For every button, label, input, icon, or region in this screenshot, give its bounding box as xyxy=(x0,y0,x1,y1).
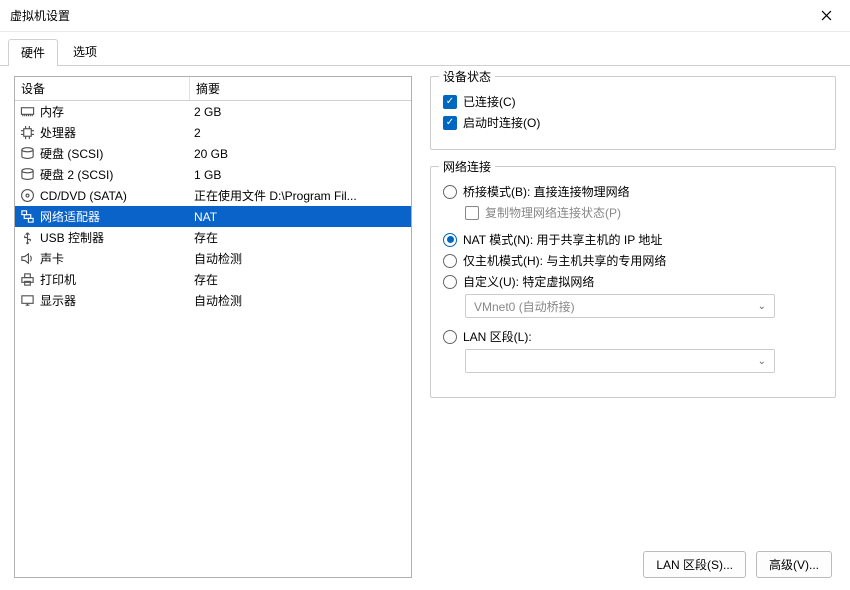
device-name: 显示器 xyxy=(40,292,76,309)
table-header: 设备 摘要 xyxy=(15,77,411,101)
custom-select-value: VMnet0 (自动桥接) xyxy=(474,298,575,315)
window-title: 虚拟机设置 xyxy=(10,7,70,24)
device-summary: NAT xyxy=(190,210,411,224)
device-name: USB 控制器 xyxy=(40,229,104,246)
sound-icon xyxy=(19,251,35,267)
usb-icon xyxy=(19,230,35,246)
group-title: 网络连接 xyxy=(439,158,495,175)
device-summary: 2 GB xyxy=(190,105,411,119)
replicate-label: 复制物理网络连接状态(P) xyxy=(485,204,621,221)
device-summary: 正在使用文件 D:\Program Fil... xyxy=(190,187,411,204)
titlebar: 虚拟机设置 xyxy=(0,0,850,32)
connect-poweron-label: 启动时连接(O) xyxy=(463,114,540,131)
network-icon xyxy=(19,209,35,225)
radio-icon xyxy=(443,330,457,344)
cd-icon xyxy=(19,188,35,204)
custom-label: 自定义(U): 特定虚拟网络 xyxy=(463,273,594,290)
nat-radio-row[interactable]: NAT 模式(N): 用于共享主机的 IP 地址 xyxy=(443,231,823,248)
chevron-down-icon: ⌄ xyxy=(758,301,766,312)
device-row[interactable]: USB 控制器 存在 xyxy=(15,227,411,248)
device-row[interactable]: 硬盘 2 (SCSI) 1 GB xyxy=(15,164,411,185)
device-row[interactable]: CD/DVD (SATA) 正在使用文件 D:\Program Fil... xyxy=(15,185,411,206)
lan-segment-select: ⌄ xyxy=(465,349,775,373)
network-connection-group: 网络连接 桥接模式(B): 直接连接物理网络 复制物理网络连接状态(P) NAT… xyxy=(430,166,836,398)
lan-segment-radio-row[interactable]: LAN 区段(L): xyxy=(443,328,823,345)
radio-checked-icon xyxy=(443,233,457,247)
device-row[interactable]: 打印机 存在 xyxy=(15,269,411,290)
connected-checkbox-row[interactable]: ✓ 已连接(C) xyxy=(443,93,823,110)
connect-poweron-checkbox-row[interactable]: ✓ 启动时连接(O) xyxy=(443,114,823,131)
device-row[interactable]: 显示器 自动检测 xyxy=(15,290,411,311)
connected-label: 已连接(C) xyxy=(463,93,516,110)
lan-segment-label: LAN 区段(L): xyxy=(463,328,532,345)
device-name: 声卡 xyxy=(40,250,64,267)
hostonly-label: 仅主机模式(H): 与主机共享的专用网络 xyxy=(463,252,666,269)
device-summary: 自动检测 xyxy=(190,250,411,267)
nat-label: NAT 模式(N): 用于共享主机的 IP 地址 xyxy=(463,231,662,248)
disk-icon xyxy=(19,146,35,162)
device-summary: 20 GB xyxy=(190,147,411,161)
disk-icon xyxy=(19,167,35,183)
bridged-radio-row[interactable]: 桥接模式(B): 直接连接物理网络 xyxy=(443,183,823,200)
content: 设备 摘要 内存 2 GB 处理器 2 硬盘 (SCSI) 20 GB 硬盘 2 (SCSI… xyxy=(0,66,850,588)
close-button[interactable] xyxy=(806,2,846,30)
lan-segments-button[interactable]: LAN 区段(S)... xyxy=(643,551,746,578)
checkbox-unchecked-icon xyxy=(465,206,479,220)
device-name: 处理器 xyxy=(40,124,76,141)
device-name: 网络适配器 xyxy=(40,208,100,225)
radio-icon xyxy=(443,254,457,268)
device-summary: 自动检测 xyxy=(190,292,411,309)
chevron-down-icon: ⌄ xyxy=(758,356,766,367)
table-body: 内存 2 GB 处理器 2 硬盘 (SCSI) 20 GB 硬盘 2 (SCSI) 1 GB C… xyxy=(15,101,411,577)
device-summary: 存在 xyxy=(190,271,411,288)
memory-icon xyxy=(19,104,35,120)
group-title: 设备状态 xyxy=(439,68,495,85)
display-icon xyxy=(19,293,35,309)
device-row[interactable]: 内存 2 GB xyxy=(15,101,411,122)
checkbox-checked-icon: ✓ xyxy=(443,116,457,130)
device-table: 设备 摘要 内存 2 GB 处理器 2 硬盘 (SCSI) 20 GB 硬盘 2 (SCSI… xyxy=(14,76,412,578)
bridged-label: 桥接模式(B): 直接连接物理网络 xyxy=(463,183,630,200)
device-name: 内存 xyxy=(40,103,64,120)
device-summary: 存在 xyxy=(190,229,411,246)
tab-hardware[interactable]: 硬件 xyxy=(8,39,58,66)
hostonly-radio-row[interactable]: 仅主机模式(H): 与主机共享的专用网络 xyxy=(443,252,823,269)
left-pane: 设备 摘要 内存 2 GB 处理器 2 硬盘 (SCSI) 20 GB 硬盘 2 (SCSI… xyxy=(14,76,412,578)
device-row[interactable]: 处理器 2 xyxy=(15,122,411,143)
tabs: 硬件 选项 xyxy=(0,32,850,66)
device-name: 硬盘 (SCSI) xyxy=(40,145,103,162)
device-name: CD/DVD (SATA) xyxy=(40,189,127,203)
right-pane: 设备状态 ✓ 已连接(C) ✓ 启动时连接(O) 网络连接 桥接模式(B): 直… xyxy=(430,76,836,578)
button-row: LAN 区段(S)... 高级(V)... xyxy=(430,551,836,578)
device-row[interactable]: 声卡 自动检测 xyxy=(15,248,411,269)
device-name: 打印机 xyxy=(40,271,76,288)
checkbox-checked-icon: ✓ xyxy=(443,95,457,109)
device-row[interactable]: 网络适配器 NAT xyxy=(15,206,411,227)
custom-network-select: VMnet0 (自动桥接) ⌄ xyxy=(465,294,775,318)
printer-icon xyxy=(19,272,35,288)
device-summary: 1 GB xyxy=(190,168,411,182)
radio-icon xyxy=(443,185,457,199)
replicate-checkbox-row: 复制物理网络连接状态(P) xyxy=(465,204,823,221)
header-summary[interactable]: 摘要 xyxy=(190,77,411,100)
device-row[interactable]: 硬盘 (SCSI) 20 GB xyxy=(15,143,411,164)
cpu-icon xyxy=(19,125,35,141)
device-status-group: 设备状态 ✓ 已连接(C) ✓ 启动时连接(O) xyxy=(430,76,836,150)
device-summary: 2 xyxy=(190,126,411,140)
custom-radio-row[interactable]: 自定义(U): 特定虚拟网络 xyxy=(443,273,823,290)
device-name: 硬盘 2 (SCSI) xyxy=(40,166,113,183)
close-icon xyxy=(821,10,832,21)
tab-options[interactable]: 选项 xyxy=(60,38,110,65)
advanced-button[interactable]: 高级(V)... xyxy=(756,551,832,578)
radio-icon xyxy=(443,275,457,289)
header-device[interactable]: 设备 xyxy=(15,77,190,100)
